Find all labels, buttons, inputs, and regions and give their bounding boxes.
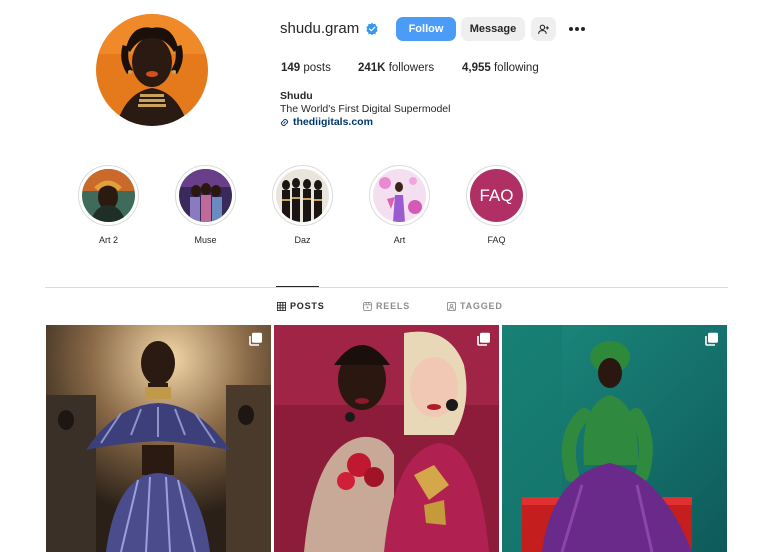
followers-count-label: followers bbox=[385, 62, 435, 74]
multiple-photos-icon bbox=[705, 332, 718, 346]
highlight-daz[interactable]: Daz bbox=[272, 165, 369, 245]
profile-bio: Shudu The World's First Digital Supermod… bbox=[280, 90, 450, 129]
highlight-ring bbox=[175, 165, 236, 226]
message-button[interactable]: Message bbox=[461, 17, 525, 41]
bio-link[interactable]: thediigitals.com bbox=[280, 116, 450, 129]
following-count[interactable]: 4,955 following bbox=[462, 62, 539, 74]
highlight-cover-image: FAQ bbox=[470, 169, 523, 222]
profile-username: shudu.gram bbox=[280, 20, 379, 37]
following-count-label: following bbox=[490, 62, 539, 74]
highlight-ring bbox=[369, 165, 430, 226]
bio-name: Shudu bbox=[280, 90, 313, 102]
highlight-label: Art bbox=[393, 235, 406, 245]
posts-grid bbox=[46, 325, 727, 552]
posts-count-value: 149 bbox=[281, 62, 301, 74]
followers-count-value: 241K bbox=[358, 62, 386, 74]
highlight-label: Art 2 bbox=[98, 235, 118, 245]
profile-stats: 149 posts 241K followers 4,955 following bbox=[281, 62, 539, 74]
highlight-ring bbox=[272, 165, 333, 226]
highlight-cover-image bbox=[373, 169, 426, 222]
multiple-photos-icon bbox=[477, 332, 490, 346]
more-horizontal-icon bbox=[569, 27, 585, 31]
tab-posts-label: POSTS bbox=[290, 301, 325, 311]
tab-reels-label: REELS bbox=[376, 301, 411, 311]
tab-reels[interactable]: REELS bbox=[363, 301, 410, 311]
highlight-label: Daz bbox=[294, 235, 311, 245]
following-count-value: 4,955 bbox=[462, 62, 491, 74]
tab-tagged-label: TAGGED bbox=[460, 301, 503, 311]
post-image bbox=[502, 325, 727, 552]
bio-tagline: The World's First Digital Supermodel bbox=[280, 103, 451, 115]
post-image bbox=[46, 325, 271, 552]
tab-tagged[interactable]: TAGGED bbox=[447, 301, 503, 311]
follow-button[interactable]: Follow bbox=[396, 17, 456, 41]
tab-posts[interactable]: POSTS bbox=[277, 301, 325, 311]
highlight-art-2[interactable]: Art 2 bbox=[78, 165, 175, 245]
person-plus-icon bbox=[538, 24, 549, 34]
post-thumbnail[interactable] bbox=[46, 325, 271, 552]
highlight-ring: FAQ bbox=[466, 165, 527, 226]
grid-icon bbox=[277, 301, 286, 311]
post-thumbnail[interactable] bbox=[274, 325, 499, 552]
faq-cover-text: FAQ bbox=[479, 185, 514, 205]
highlight-muse[interactable]: Muse bbox=[175, 165, 272, 245]
tabs-divider bbox=[45, 287, 728, 288]
profile-avatar[interactable] bbox=[96, 14, 208, 126]
highlight-label: Muse bbox=[194, 235, 217, 245]
highlight-art[interactable]: Art bbox=[369, 165, 466, 245]
followers-count[interactable]: 241K followers bbox=[358, 62, 462, 74]
multiple-photos-icon bbox=[249, 332, 262, 346]
highlight-label: FAQ bbox=[487, 235, 506, 245]
more-options-button[interactable] bbox=[565, 17, 589, 41]
verified-badge-icon bbox=[366, 22, 378, 35]
story-highlights: Art 2 Muse Daz Art FAQ FAQ bbox=[78, 165, 563, 245]
link-icon bbox=[280, 118, 289, 127]
post-thumbnail[interactable] bbox=[502, 325, 727, 552]
suggested-users-button[interactable] bbox=[531, 17, 556, 41]
bio-link-text: thediigitals.com bbox=[293, 116, 373, 128]
highlight-faq[interactable]: FAQ FAQ bbox=[466, 165, 563, 245]
highlight-cover-image bbox=[276, 169, 329, 222]
highlight-cover-image bbox=[179, 169, 232, 222]
username-text: shudu.gram bbox=[280, 20, 360, 37]
posts-count: 149 posts bbox=[281, 62, 358, 74]
posts-count-label: posts bbox=[300, 62, 331, 74]
post-image bbox=[274, 325, 499, 552]
reels-icon bbox=[363, 301, 372, 311]
active-tab-indicator bbox=[276, 286, 319, 287]
highlight-cover-image bbox=[82, 169, 135, 222]
tagged-icon bbox=[447, 301, 456, 311]
highlight-ring bbox=[78, 165, 139, 226]
